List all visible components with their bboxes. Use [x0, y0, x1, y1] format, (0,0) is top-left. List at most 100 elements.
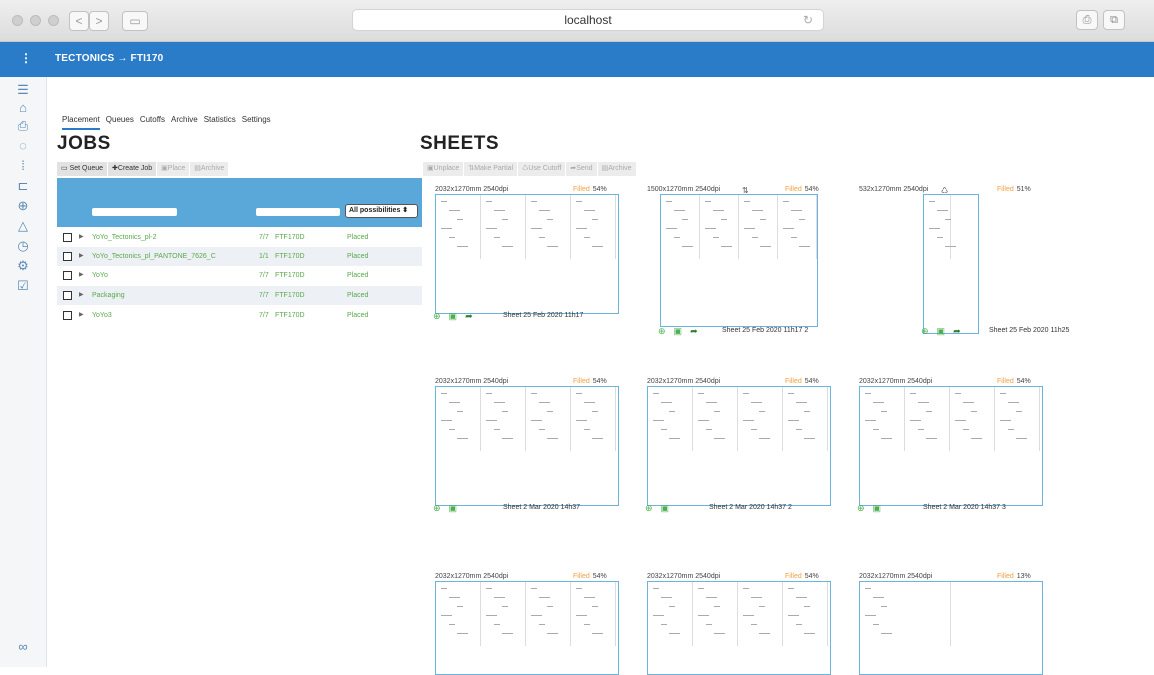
- expand-triangle-icon[interactable]: ▶: [79, 291, 84, 298]
- menu-icon[interactable]: ⋮: [20, 51, 32, 65]
- image-icon[interactable]: ▣: [661, 503, 670, 514]
- sheet-preview[interactable]: [859, 581, 1043, 675]
- create-job-button[interactable]: ✚Create Job: [108, 162, 157, 176]
- breadcrumb[interactable]: TECTONICS → FTI170: [55, 53, 163, 64]
- expand-triangle-icon[interactable]: ▶: [79, 252, 84, 259]
- place-button[interactable]: ▣Place: [157, 162, 190, 176]
- unplace-button[interactable]: ▣Unplace: [423, 162, 464, 176]
- add-icon[interactable]: ⊕: [857, 503, 865, 514]
- close-window-button[interactable]: [12, 15, 23, 26]
- job-row[interactable]: ▶ YoYo_Tectonics_pl-2 7/7 FTF170D Placed: [57, 228, 422, 247]
- layout-mark: [682, 246, 693, 247]
- image-icon[interactable]: ▣: [449, 311, 458, 322]
- tools-icon[interactable]: ⊕: [14, 199, 32, 213]
- job-code: FTF170D: [275, 234, 305, 241]
- layout-mark: [918, 402, 929, 403]
- layout-mark: [457, 219, 463, 220]
- job-row[interactable]: ▶ YoYo3 7/7 FTF170D Placed: [57, 306, 422, 325]
- image-icon[interactable]: ▣: [937, 326, 946, 337]
- layout-mark: [751, 624, 757, 625]
- tab-settings[interactable]: Settings: [242, 115, 271, 130]
- sheet-preview[interactable]: [435, 386, 619, 506]
- status-filter-select[interactable]: All possibilities ⬍: [345, 204, 418, 218]
- minimize-window-button[interactable]: [30, 15, 41, 26]
- expand-triangle-icon[interactable]: ▶: [79, 311, 84, 318]
- sheet-preview[interactable]: [660, 194, 818, 327]
- image-icon[interactable]: ▣: [449, 503, 458, 514]
- tab-archive[interactable]: Archive: [171, 115, 198, 130]
- job-row[interactable]: ▶ YoYo_Tectonics_pl_PANTONE_7626_C 1/1 FTF1…: [57, 247, 422, 266]
- grid-icon[interactable]: ⁞: [14, 159, 32, 173]
- job-checkbox[interactable]: [63, 291, 72, 300]
- sheet-preview[interactable]: [647, 581, 831, 675]
- clock-icon[interactable]: ◷: [14, 239, 32, 253]
- expand-triangle-icon[interactable]: ▶: [79, 233, 84, 240]
- code-filter-input[interactable]: [256, 208, 340, 216]
- send-button[interactable]: ➦Send: [566, 162, 597, 176]
- sheet-preview[interactable]: [859, 386, 1043, 506]
- home-icon[interactable]: ⌂: [14, 101, 32, 115]
- image-icon[interactable]: ▣: [873, 503, 882, 514]
- layout-mark: [804, 633, 815, 634]
- job-status: Placed: [347, 253, 369, 260]
- tab-cutoffs[interactable]: Cutoffs: [140, 115, 165, 130]
- make-partial-button[interactable]: ⇅Make Partial: [464, 162, 518, 176]
- send-icon[interactable]: ➦: [465, 311, 473, 322]
- layout-mark: [945, 246, 956, 247]
- sheet-preview[interactable]: [647, 386, 831, 506]
- settings-icon[interactable]: ⚙: [14, 259, 32, 273]
- sheet-preview[interactable]: [923, 194, 979, 334]
- set-queue-button[interactable]: ▭ Set Queue: [57, 162, 108, 176]
- sheet-preview[interactable]: [435, 581, 619, 675]
- expand-triangle-icon[interactable]: ▶: [79, 271, 84, 278]
- job-checkbox[interactable]: [63, 252, 72, 261]
- archive-button[interactable]: ▤Archive: [190, 162, 229, 176]
- add-icon[interactable]: ⊕: [658, 326, 666, 337]
- placed-job-column: [995, 387, 1040, 451]
- checklist-icon[interactable]: ☑: [14, 279, 32, 293]
- tab-placement[interactable]: Placement: [62, 115, 100, 130]
- tab-statistics[interactable]: Statistics: [204, 115, 236, 130]
- send-icon[interactable]: ➦: [690, 326, 698, 337]
- layout-mark: [592, 219, 598, 220]
- sheets-archive-button[interactable]: ▤Archive: [597, 162, 636, 176]
- nodes-icon[interactable]: ⊏: [14, 179, 32, 193]
- add-icon[interactable]: ⊕: [433, 503, 441, 514]
- job-checkbox[interactable]: [63, 271, 72, 280]
- layers-icon[interactable]: ☰: [14, 83, 32, 97]
- layout-mark: [804, 411, 810, 412]
- job-name-filter-input[interactable]: [92, 208, 177, 216]
- sheet-preview[interactable]: [435, 194, 619, 314]
- tab-queues[interactable]: Queues: [106, 115, 134, 130]
- link-icon[interactable]: ∞: [14, 640, 32, 654]
- printer-icon[interactable]: ⎙: [14, 119, 32, 133]
- job-checkbox[interactable]: [63, 233, 72, 242]
- layout-mark: [441, 393, 447, 394]
- job-checkbox[interactable]: [63, 311, 72, 320]
- fill-percent: 54%: [1016, 378, 1031, 385]
- job-row[interactable]: ▶ YoYo 7/7 FTF170D Placed: [57, 266, 422, 285]
- sidebar-toggle-icon[interactable]: ▭: [122, 11, 148, 31]
- main-tabs: Placement Queues Cutoffs Archive Statist…: [62, 115, 271, 130]
- zoom-window-button[interactable]: [48, 15, 59, 26]
- sheet-dimensions: 2032x1270mm 2540dpi: [859, 573, 933, 580]
- send-icon[interactable]: ➦: [953, 326, 961, 337]
- address-bar[interactable]: localhost ↻: [352, 9, 824, 31]
- back-button[interactable]: <: [69, 11, 89, 31]
- layout-mark: [502, 438, 513, 439]
- add-icon[interactable]: ⊕: [921, 326, 929, 337]
- add-icon[interactable]: ⊕: [645, 503, 653, 514]
- layout-mark: [881, 438, 892, 439]
- share-icon[interactable]: ⎙: [1076, 10, 1098, 30]
- add-icon[interactable]: ⊕: [433, 311, 441, 322]
- reload-icon[interactable]: ↻: [803, 10, 813, 30]
- forward-button[interactable]: >: [89, 11, 109, 31]
- image-icon[interactable]: ▣: [674, 326, 683, 337]
- sheet-fill: Filled 54%: [997, 378, 1031, 385]
- job-row[interactable]: ▶ Packaging 7/7 FTF170D Placed: [57, 286, 422, 305]
- tabs-overview-icon[interactable]: ⧉: [1103, 10, 1125, 30]
- set-queue-label: Set Queue: [69, 165, 104, 172]
- warning-icon[interactable]: △: [14, 219, 32, 233]
- ink-icon[interactable]: ◌: [14, 139, 32, 153]
- use-cutoff-button[interactable]: ♺Use Cutoff: [518, 162, 566, 176]
